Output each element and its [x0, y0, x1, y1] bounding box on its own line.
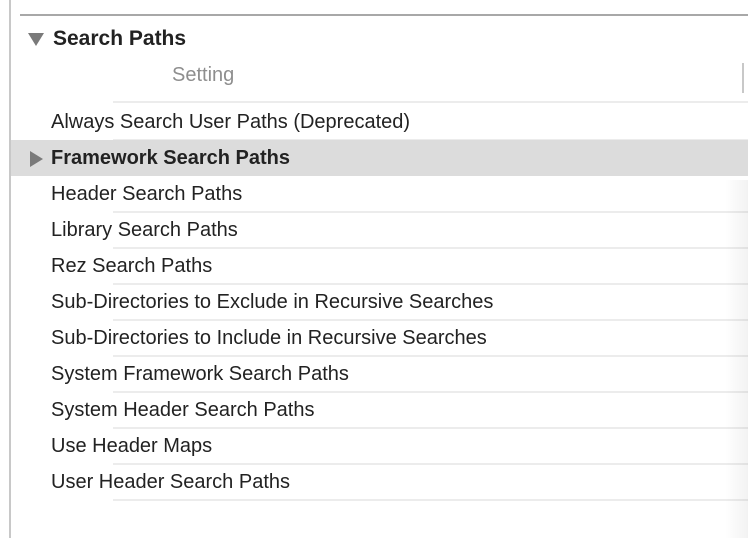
- row-label: Rez Search Paths: [51, 255, 213, 277]
- section-header-search-paths[interactable]: Search Paths: [28, 25, 186, 53]
- section-divider: [20, 14, 748, 16]
- row-label: Sub-Directories to Include in Recursive …: [51, 327, 487, 349]
- column-header-setting[interactable]: Setting: [172, 64, 234, 87]
- table-row[interactable]: Use Header Maps: [11, 428, 748, 465]
- row-label: Framework Search Paths: [51, 147, 290, 169]
- column-divider[interactable]: [742, 63, 744, 93]
- table-row[interactable]: Always Search User Paths (Deprecated): [11, 104, 748, 141]
- table-row[interactable]: Library Search Paths: [11, 212, 748, 249]
- table-row[interactable]: Header Search Paths: [11, 176, 748, 213]
- section-title: Search Paths: [53, 27, 187, 50]
- table-row[interactable]: Rez Search Paths: [11, 248, 748, 285]
- table-row[interactable]: User Header Search Paths: [11, 464, 748, 501]
- disclosure-triangle-expanded-icon[interactable]: [28, 32, 44, 46]
- row-label: System Framework Search Paths: [51, 363, 349, 385]
- table-row[interactable]: Sub-Directories to Include in Recursive …: [11, 320, 748, 357]
- overlay-shadow: [725, 180, 748, 538]
- settings-table: Always Search User Paths (Deprecated) Fr…: [11, 104, 748, 501]
- row-label: Library Search Paths: [51, 219, 238, 241]
- disclosure-triangle-collapsed-icon[interactable]: [30, 151, 43, 167]
- row-label: Always Search User Paths (Deprecated): [51, 111, 411, 133]
- row-label: Use Header Maps: [51, 435, 213, 457]
- table-row[interactable]: System Framework Search Paths: [11, 356, 748, 393]
- row-label: User Header Search Paths: [51, 471, 291, 493]
- table-row[interactable]: Sub-Directories to Exclude in Recursive …: [11, 284, 748, 321]
- row-label: Header Search Paths: [51, 183, 243, 205]
- row-label: Sub-Directories to Exclude in Recursive …: [51, 291, 494, 313]
- row-label: System Header Search Paths: [51, 399, 315, 421]
- header-divider: [113, 101, 748, 103]
- table-row[interactable]: System Header Search Paths: [11, 392, 748, 429]
- table-row-selected[interactable]: Framework Search Paths: [11, 140, 748, 176]
